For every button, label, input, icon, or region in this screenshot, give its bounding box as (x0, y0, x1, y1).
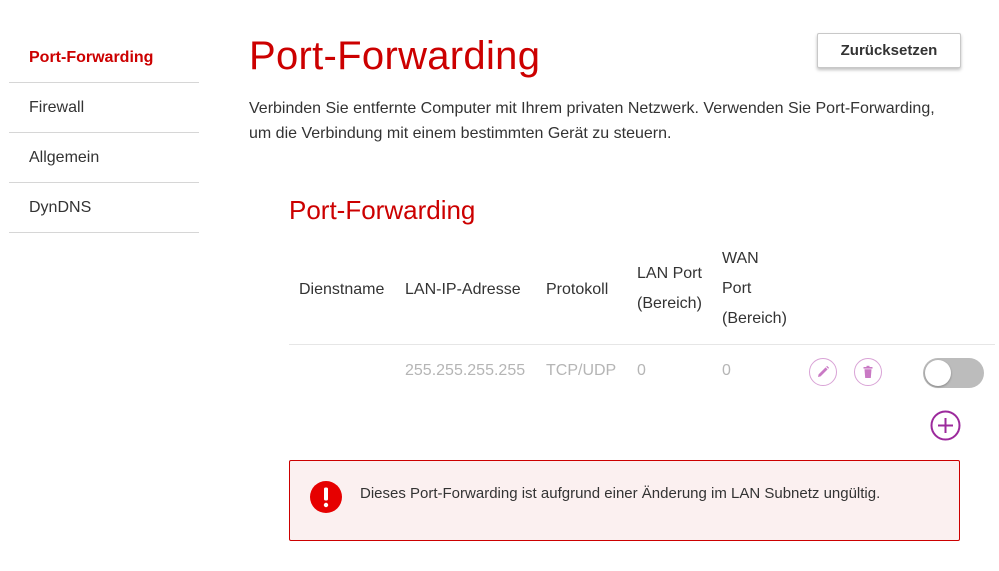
column-header-lan-port: LAN Port (Bereich) (637, 259, 702, 319)
trash-icon (863, 365, 873, 378)
page-description: Verbinden Sie entfernte Computer mit Ihr… (249, 100, 935, 142)
column-header-lan-ip: LAN-IP-Adresse (405, 281, 521, 298)
error-message-text: Dieses Port-Forwarding ist aufgrund eine… (360, 485, 881, 502)
section-title: Port-Forwarding (289, 195, 476, 225)
error-message-box: Dieses Port-Forwarding ist aufgrund eine… (289, 460, 960, 541)
page-title: Port-Forwarding (249, 34, 541, 78)
enable-toggle[interactable] (923, 358, 984, 388)
sidebar-item-dyndns[interactable]: DynDNS (9, 183, 199, 233)
toggle-knob (925, 360, 951, 386)
delete-button[interactable] (854, 358, 882, 386)
reset-button[interactable]: Zurücksetzen (817, 33, 961, 68)
column-header-lan-port-line2: (Bereich) (637, 295, 702, 312)
column-header-service: Dienstname (299, 281, 385, 298)
add-rule-button[interactable] (930, 410, 961, 441)
column-header-wan-port-line3: (Bereich) (722, 310, 787, 327)
column-header-wan-port: WAN Port (Bereich) (722, 244, 787, 334)
cell-wan-port: 0 (722, 362, 731, 379)
sidebar-item-firewall[interactable]: Firewall (9, 83, 199, 133)
sidebar-item-allgemein[interactable]: Allgemein (9, 133, 199, 183)
pencil-icon (818, 365, 830, 377)
column-header-lan-port-line1: LAN Port (637, 265, 702, 282)
table-divider (289, 344, 995, 345)
column-header-wan-port-line1: WAN (722, 250, 759, 267)
exclamation-circle-icon (310, 481, 342, 513)
column-header-wan-port-line2: Port (722, 280, 752, 297)
cell-lan-port: 0 (637, 362, 646, 379)
cell-protocol: TCP/UDP (546, 362, 617, 379)
sidebar-item-port-forwarding[interactable]: Port-Forwarding (9, 33, 199, 83)
plus-circle-icon (930, 410, 961, 441)
edit-button[interactable] (809, 358, 837, 386)
cell-lan-ip: 255.255.255.255 (405, 362, 526, 379)
sidebar-nav: Port-Forwarding Firewall Allgemein DynDN… (9, 33, 199, 233)
column-header-protocol: Protokoll (546, 281, 609, 298)
